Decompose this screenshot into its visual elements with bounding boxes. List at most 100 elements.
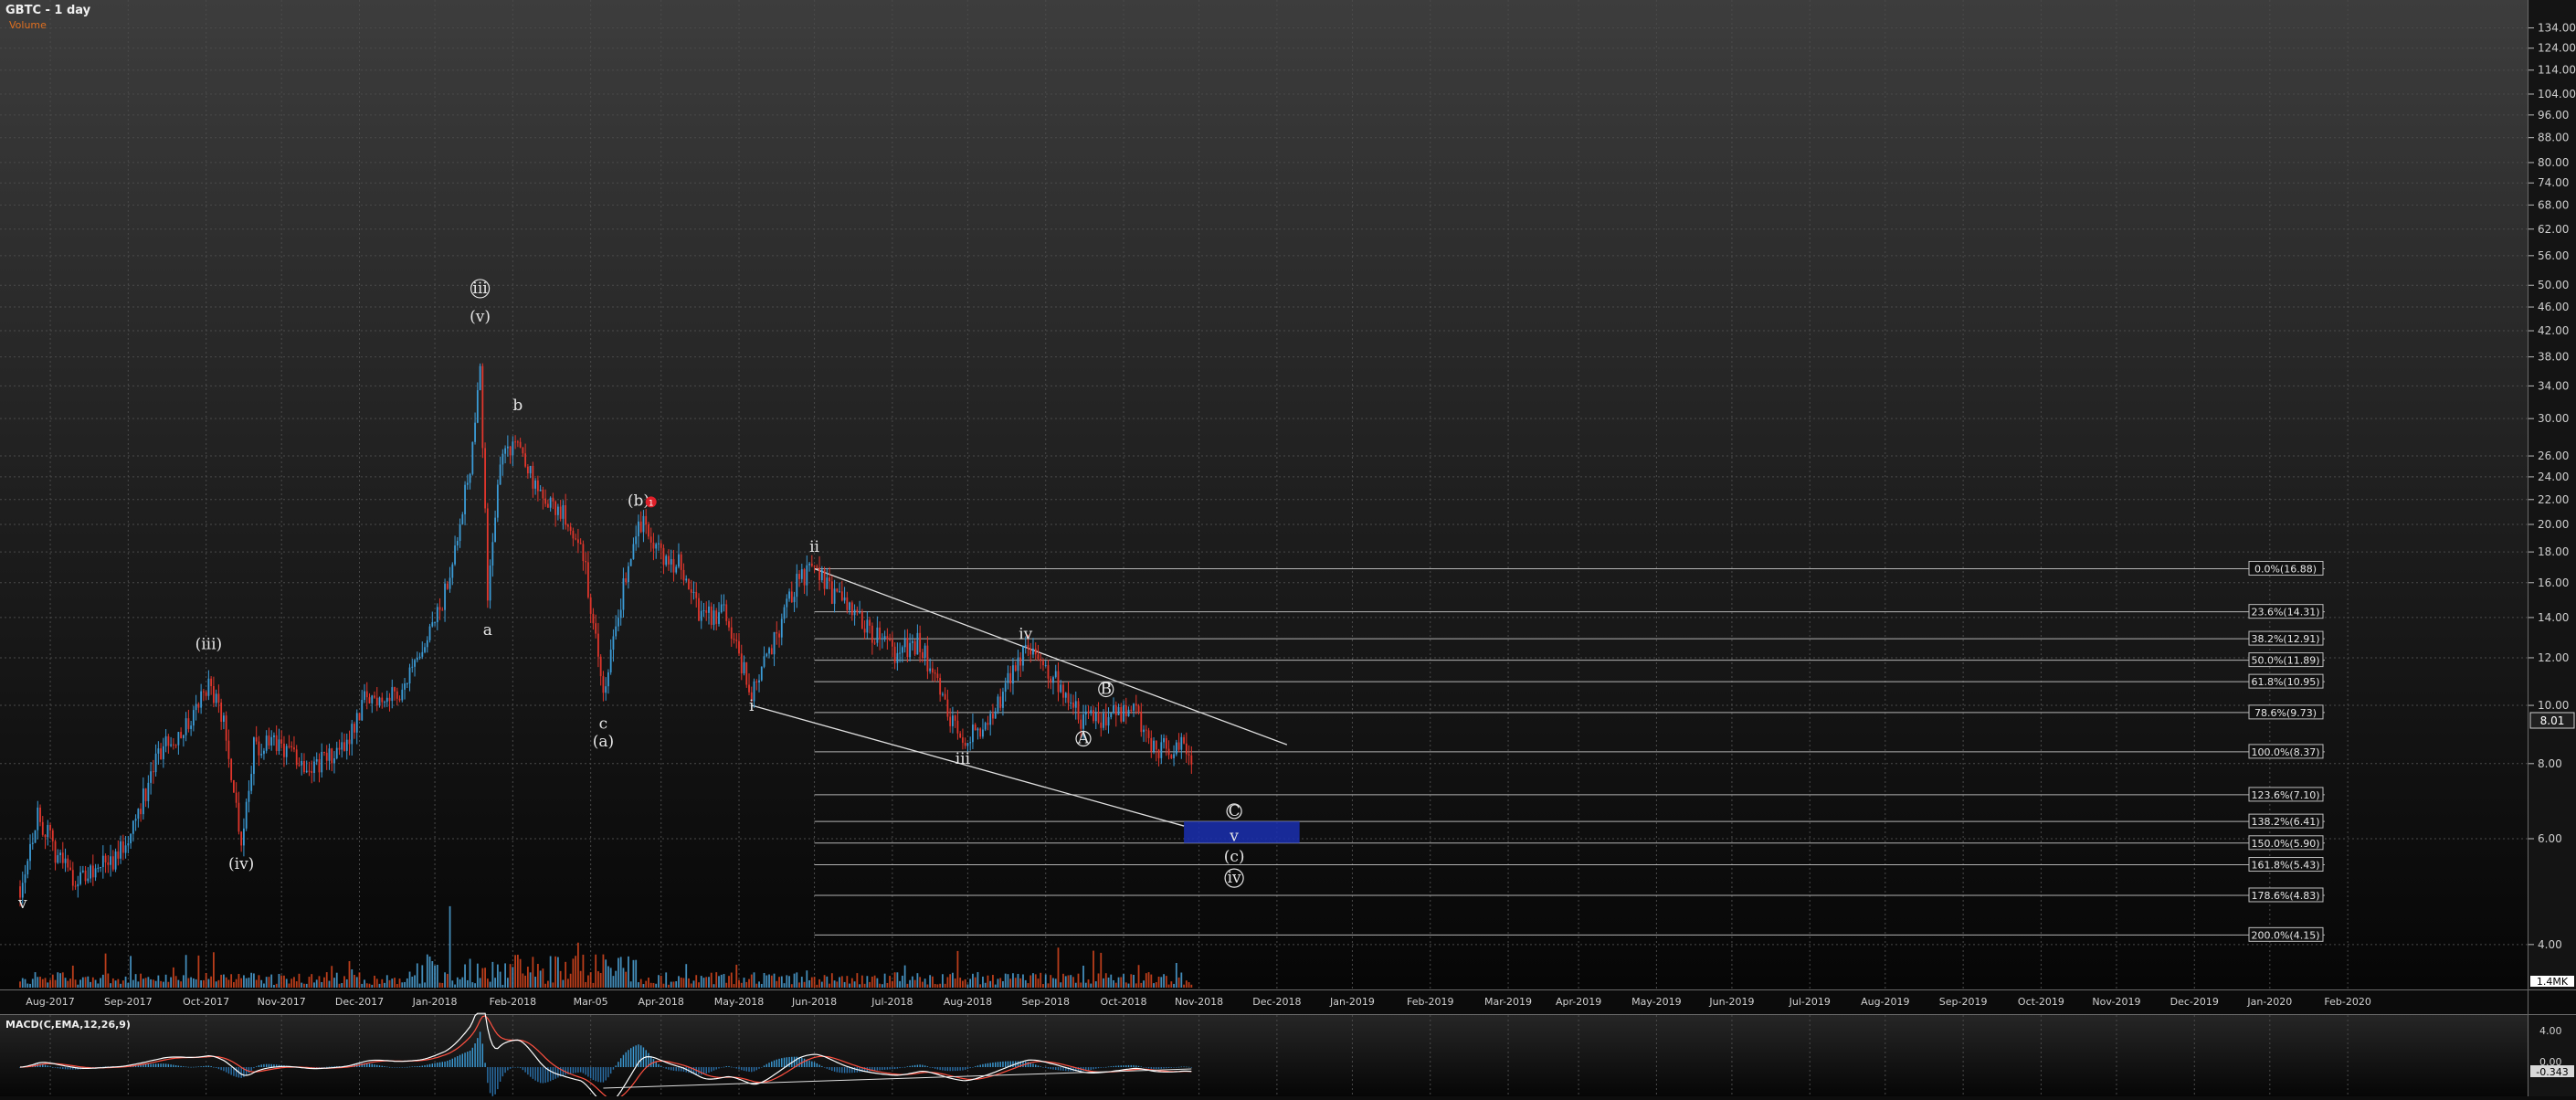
- volume-bar: [268, 977, 270, 988]
- volume-bar: [778, 977, 780, 988]
- macd-hist-bar: [444, 1061, 446, 1067]
- macd-hist-bar: [263, 1063, 265, 1067]
- volume-bar: [431, 960, 434, 988]
- volume-bar: [177, 979, 180, 988]
- volume-bar: [1170, 981, 1173, 988]
- candle-body: [1135, 703, 1137, 706]
- candle-body: [919, 632, 922, 652]
- volume-bar: [1153, 983, 1155, 988]
- wave-label: v: [1229, 827, 1239, 845]
- macd-hist-bar: [381, 1065, 383, 1067]
- date-label: Oct-2019: [2018, 996, 2064, 1008]
- volume-bar: [499, 971, 501, 988]
- price-tick-label: 6.00: [2538, 832, 2562, 845]
- target-zone: [1184, 821, 1300, 843]
- macd-hist-bar: [1177, 1066, 1180, 1068]
- volume-bar: [57, 972, 59, 988]
- macd-hist-bar: [675, 1067, 677, 1072]
- volume-bar: [753, 972, 755, 988]
- macd-hist-bar: [44, 1064, 47, 1067]
- candle-body: [185, 718, 187, 735]
- macd-hist-bar: [524, 1067, 526, 1073]
- candle-body: [351, 724, 354, 745]
- macd-hist-bar: [803, 1058, 806, 1067]
- volume-bar: [81, 977, 84, 988]
- macd-hist-bar: [994, 1062, 997, 1067]
- candle-body: [1060, 684, 1062, 693]
- candle-body: [47, 824, 49, 838]
- fib-label: 38.2%(12.91): [2251, 633, 2319, 645]
- volume-bar: [385, 975, 388, 988]
- volume-bar: [225, 977, 227, 988]
- volume-bar: [818, 978, 820, 988]
- candle-body: [421, 651, 424, 657]
- macd-hist-bar: [1157, 1067, 1160, 1069]
- candle-body: [124, 845, 127, 853]
- volume-bar: [345, 978, 348, 988]
- volume-bar: [964, 978, 966, 988]
- macd-hist-bar: [404, 1067, 406, 1068]
- volume-axis-label: 1.4MK: [2537, 976, 2569, 988]
- candle-body: [720, 604, 723, 613]
- volume-bar: [713, 984, 715, 988]
- volume-bar: [710, 972, 713, 988]
- macd-hist-bar: [471, 1047, 474, 1067]
- volume-bar: [942, 974, 944, 988]
- volume-bar: [1135, 983, 1137, 988]
- candle-body: [504, 448, 507, 454]
- candle-body: [293, 747, 295, 750]
- candle-body: [863, 629, 866, 633]
- macd-hist-bar: [371, 1063, 373, 1067]
- volume-bar: [227, 979, 230, 988]
- candle-body: [384, 702, 385, 703]
- macd-hist-bar: [512, 1067, 514, 1068]
- volume-bar: [956, 950, 959, 988]
- candle-body: [529, 465, 532, 474]
- candle-body: [358, 713, 361, 721]
- candle-body: [230, 758, 233, 780]
- candle-body: [1100, 722, 1103, 728]
- volume-bar: [456, 977, 459, 988]
- candle-body: [1113, 704, 1114, 714]
- candle-body: [1014, 665, 1017, 672]
- volume-bar: [936, 984, 939, 988]
- macd-hist-bar: [1042, 1067, 1044, 1068]
- volume-bar: [1097, 973, 1100, 988]
- fib-label: 50.0%(11.89): [2251, 655, 2319, 667]
- macd-hist-bar: [906, 1066, 909, 1067]
- date-label: Aug-2017: [26, 996, 74, 1008]
- macd-hist-bar: [509, 1067, 512, 1069]
- volume-bar: [416, 963, 418, 988]
- volume-bar: [1103, 978, 1104, 988]
- volume-bar: [39, 977, 41, 988]
- candle-body: [946, 699, 949, 717]
- price-chart[interactable]: 0.0%(16.88) 23.6%(14.31) 38.2%(12.91) 50.0%…: [0, 0, 2576, 1100]
- macd-hist-bar: [481, 1043, 484, 1067]
- volume-bar: [434, 965, 436, 988]
- macd-hist-bar: [167, 1063, 170, 1067]
- volume-bar: [790, 984, 793, 988]
- volume-bar: [61, 972, 64, 988]
- macd-hist-bar: [778, 1058, 780, 1067]
- volume-bar: [100, 978, 101, 988]
- candle-body: [321, 752, 323, 773]
- volume-bar: [982, 976, 984, 988]
- volume-bar: [1040, 972, 1042, 988]
- macd-hist-bar: [1032, 1063, 1034, 1067]
- candle-body: [411, 666, 414, 668]
- candle-body: [1072, 702, 1074, 708]
- volume-bar: [662, 983, 665, 988]
- candle-body: [931, 668, 934, 673]
- volume-bar: [1100, 952, 1103, 988]
- volume-bar: [381, 978, 384, 988]
- volume-bar: [354, 975, 355, 988]
- macd-hist-bar: [396, 1067, 398, 1068]
- volume-bar: [680, 978, 682, 988]
- macd-hist-bar: [376, 1064, 378, 1067]
- macd-hist-bar: [183, 1066, 185, 1067]
- candle-body: [313, 761, 315, 774]
- volume-bar: [466, 979, 469, 988]
- volume-bar: [529, 972, 532, 988]
- macd-hist-bar: [763, 1065, 765, 1067]
- macd-hist-bar: [982, 1063, 984, 1067]
